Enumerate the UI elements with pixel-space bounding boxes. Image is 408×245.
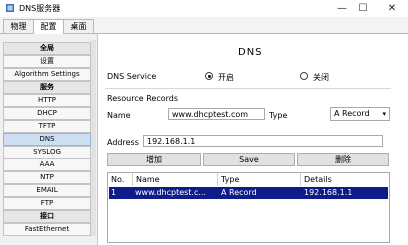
name-field[interactable]: www.dhcptest.com (168, 108, 265, 120)
sidebar-item-ntp[interactable]: NTP (3, 171, 91, 184)
sidebar-header-interface: 接口 (3, 210, 91, 223)
sidebar-item-algorithm-settings[interactable]: Algorithm Settings (3, 68, 91, 81)
server-icon (6, 4, 14, 12)
column-header-details[interactable]: Details (301, 173, 389, 186)
sidebar-item-dns[interactable]: DNS (3, 133, 91, 146)
records-table: No. Name Type Details 1 www.dhcptest.c..… (107, 172, 390, 243)
sidebar-item-email[interactable]: EMAIL (3, 184, 91, 197)
sidebar-item-aaa[interactable]: AAA (3, 158, 91, 171)
dns-on-label: 开启 (218, 73, 234, 82)
sidebar-item-settings[interactable]: 设置 (3, 55, 91, 68)
table-row[interactable]: 1 www.dhcptest.c... A Record 192.168.1.1 (109, 187, 388, 199)
save-button[interactable]: Save (203, 153, 295, 166)
add-button[interactable]: 增加 (107, 153, 201, 166)
sidebar-header-global: 全局 (3, 42, 91, 55)
column-header-no[interactable]: No. (108, 173, 133, 186)
resource-records-label: Resource Records (107, 94, 179, 103)
sidebar-item-dhcp[interactable]: DHCP (3, 107, 91, 120)
dns-off-radio[interactable] (300, 72, 308, 80)
address-field[interactable]: 192.168.1.1 (143, 135, 383, 147)
delete-button[interactable]: 删除 (297, 153, 389, 166)
sidebar-item-http[interactable]: HTTP (3, 94, 91, 107)
tab-bar: 物理 配置 桌面 (0, 17, 408, 34)
dns-off-label: 关闭 (313, 73, 329, 82)
address-label: Address (107, 138, 139, 147)
cell-type: A Record (221, 188, 257, 197)
tab-config[interactable]: 配置 (33, 19, 64, 34)
sidebar-item-fastethernet[interactable]: FastEthernet (3, 223, 91, 236)
name-label: Name (107, 111, 131, 120)
sidebar-scrollbar[interactable] (91, 40, 96, 236)
type-select[interactable]: A Record ▾ (330, 107, 390, 121)
sidebar-item-ftp[interactable]: FTP (3, 197, 91, 210)
tab-physical[interactable]: 物理 (3, 19, 34, 33)
column-header-name[interactable]: Name (133, 173, 218, 186)
dns-service-label: DNS Service (107, 72, 157, 81)
cell-details: 192.168.1.1 (304, 188, 353, 197)
title-bar: DNS服务器 — ☐ ✕ (0, 0, 408, 17)
divider (105, 88, 391, 89)
chevron-down-icon: ▾ (382, 110, 386, 118)
cell-no: 1 (111, 188, 117, 197)
sidebar-header-services: 服务 (3, 81, 91, 94)
minimize-button[interactable]: — (331, 1, 353, 16)
cell-name: www.dhcptest.c... (135, 188, 206, 197)
type-select-value: A Record (334, 109, 370, 118)
tab-desktop[interactable]: 桌面 (63, 19, 94, 33)
close-button[interactable]: ✕ (381, 1, 403, 16)
type-label: Type (269, 111, 288, 120)
dns-on-radio[interactable] (205, 72, 213, 80)
panel-title: DNS (238, 47, 263, 58)
column-header-type[interactable]: Type (218, 173, 301, 186)
window-title: DNS服务器 (19, 4, 61, 13)
maximize-button[interactable]: ☐ (352, 1, 374, 16)
sidebar-item-tftp[interactable]: TFTP (3, 120, 91, 133)
